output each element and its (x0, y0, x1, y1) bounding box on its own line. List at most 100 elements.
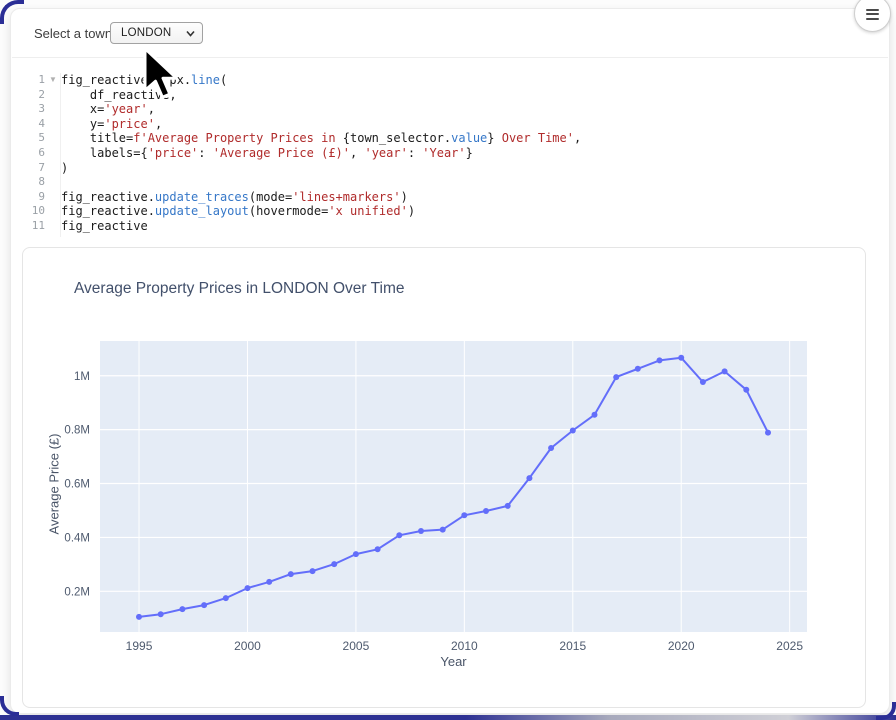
data-point[interactable] (743, 387, 749, 393)
data-point[interactable] (396, 532, 402, 538)
data-point[interactable] (266, 579, 272, 585)
code-token: , (350, 146, 364, 160)
data-point[interactable] (505, 503, 511, 509)
code-token: ) (61, 161, 68, 175)
fold-arrow-icon[interactable]: ▼ (45, 73, 61, 88)
code-token: 'Year' (422, 146, 465, 160)
data-point[interactable] (353, 551, 359, 557)
price-chart: 19952000200520102015202020250.2M0.4M0.6M… (23, 248, 867, 707)
code-token: 'price' (148, 146, 199, 160)
code-token: ) (408, 204, 415, 218)
code-text: fig_reactive = px.line( (61, 73, 227, 88)
fold-gutter (45, 102, 61, 117)
code-token: title= (61, 131, 133, 145)
line-number: 1 (12, 73, 45, 88)
data-point[interactable] (635, 366, 641, 372)
fold-gutter (45, 219, 61, 234)
town-select-label: Select a town: (34, 26, 116, 41)
fold-gutter (45, 131, 61, 146)
code-token: 'x unified' (328, 204, 407, 218)
data-point[interactable] (223, 595, 229, 601)
data-point[interactable] (288, 571, 294, 577)
data-point[interactable] (570, 428, 576, 434)
code-token: (mode= (249, 190, 292, 204)
data-point[interactable] (657, 357, 663, 363)
code-line[interactable]: 1▼fig_reactive = px.line( (12, 73, 872, 88)
line-number: 3 (12, 102, 45, 117)
code-line[interactable]: 9fig_reactive.update_traces(mode='lines+… (12, 190, 872, 205)
code-line[interactable]: 4 y='price', (12, 117, 872, 132)
data-point[interactable] (245, 585, 251, 591)
data-point[interactable] (136, 614, 142, 620)
data-point[interactable] (700, 379, 706, 385)
code-token: , (155, 117, 162, 131)
data-point[interactable] (592, 412, 598, 418)
data-point[interactable] (440, 527, 446, 533)
code-token: Over Time' (495, 131, 574, 145)
data-point[interactable] (331, 561, 337, 567)
code-line[interactable]: 6 labels={'price': 'Average Price (£)', … (12, 146, 872, 161)
data-point[interactable] (678, 355, 684, 361)
fold-gutter (45, 175, 61, 190)
line-number: 2 (12, 88, 45, 103)
code-token: : (198, 146, 212, 160)
code-text: labels={'price': 'Average Price (£)', 'y… (61, 146, 473, 161)
line-number: 6 (12, 146, 45, 161)
data-point[interactable] (158, 611, 164, 617)
code-line[interactable]: 8 (12, 175, 872, 190)
window-bottom-edge (0, 715, 896, 720)
code-text: ) (61, 161, 68, 176)
line-number: 5 (12, 131, 45, 146)
code-token: 'price' (104, 117, 155, 131)
code-editor[interactable]: 1▼fig_reactive = px.line(2 df_reactive,3… (12, 73, 872, 234)
code-token: update_traces (155, 190, 249, 204)
line-number: 10 (12, 204, 45, 219)
fold-gutter (45, 161, 61, 176)
code-line[interactable]: 11fig_reactive (12, 219, 872, 234)
figure-output-cell: 19952000200520102015202020250.2M0.4M0.6M… (22, 247, 866, 708)
town-select-value: LONDON (121, 27, 171, 39)
line-number: 7 (12, 161, 45, 176)
data-point[interactable] (310, 568, 316, 574)
code-token: y= (61, 117, 104, 131)
data-point[interactable] (613, 374, 619, 380)
fold-gutter (45, 146, 61, 161)
data-point[interactable] (461, 512, 467, 518)
y-tick-label: 0.6M (64, 479, 90, 491)
fold-gutter (45, 204, 61, 219)
code-line[interactable]: 3 x='year', (12, 102, 872, 117)
y-axis-title: Average Price (£) (47, 434, 62, 535)
data-point[interactable] (765, 430, 771, 436)
data-point[interactable] (526, 475, 532, 481)
x-axis-title: Year (100, 654, 807, 669)
code-token: : (408, 146, 422, 160)
code-text: y='price', (61, 117, 162, 132)
y-tick-label: 1M (74, 371, 90, 383)
code-line[interactable]: 10 fig_reactive.update_layout(hovermode='… (12, 204, 872, 219)
widget-toolbar: Select a town: LONDON (12, 10, 888, 58)
code-line[interactable]: 7) (12, 161, 872, 176)
code-token: ( (220, 73, 227, 87)
data-point[interactable] (483, 508, 489, 514)
data-point[interactable] (179, 606, 185, 612)
chevron-down-icon (186, 30, 195, 37)
code-token: fig_reactive. (61, 190, 155, 204)
code-line[interactable]: 5 title=f'Average Property Prices in {to… (12, 131, 872, 146)
data-point[interactable] (722, 368, 728, 374)
data-point[interactable] (548, 445, 554, 451)
data-point[interactable] (375, 546, 381, 552)
window-border-decoration (0, 0, 24, 24)
code-line[interactable]: 2 df_reactive, (12, 88, 872, 103)
code-text: x='year', (61, 102, 155, 117)
app-window: Select a town: LONDON 1▼fig_reactive = p… (0, 0, 896, 720)
data-point[interactable] (418, 528, 424, 534)
x-tick-label: 2020 (668, 639, 695, 653)
code-token: } (466, 146, 473, 160)
y-tick-label: 0.8M (64, 425, 90, 437)
code-token: 'Average Price (£)' (213, 146, 350, 160)
code-token: line (191, 73, 220, 87)
code-token: labels={ (61, 146, 148, 160)
town-select[interactable]: LONDON (110, 22, 203, 44)
data-point[interactable] (201, 602, 207, 608)
code-text: fig_reactive.update_layout(hovermode='x … (61, 204, 415, 219)
